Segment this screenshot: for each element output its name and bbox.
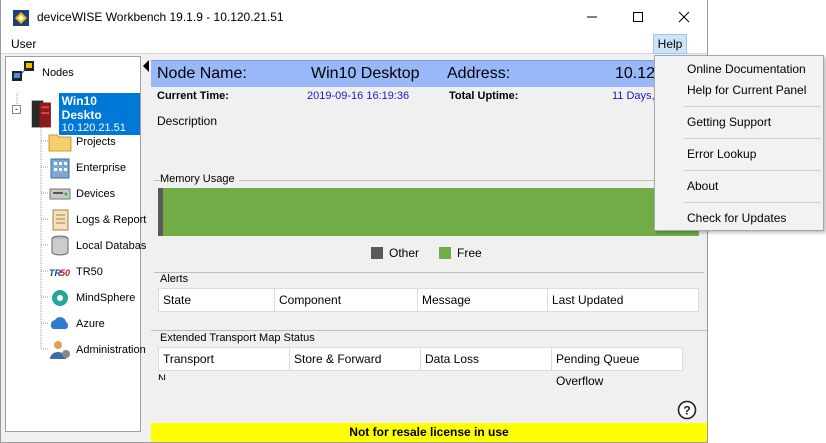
uptime-value: 11 Days,: [612, 90, 655, 102]
tree-item-administration[interactable]: Administration: [48, 339, 146, 361]
transport-col-store-forward[interactable]: Store & Forward: [290, 348, 421, 370]
node-tree-panel: Nodes - Win10 Deskto 10.120.21.51 Projec…: [5, 56, 146, 432]
title-bar: deviceWISE Workbench 19.1.9 - 10.120.21.…: [1, 0, 707, 34]
menu-item-getting-support[interactable]: Getting Support: [687, 115, 771, 129]
transport-col-pending-queue[interactable]: Pending Queue Overflow: [552, 348, 682, 388]
node-name-value: Win10 Desktop: [311, 65, 420, 82]
node-name-label: Node Name:: [157, 65, 247, 82]
minimize-icon: [587, 16, 597, 18]
menu-bar: User Help: [1, 34, 707, 54]
transport-group-border: [151, 330, 707, 331]
tree-item-tr50[interactable]: TR 50 TR50: [48, 261, 103, 283]
menu-item-online-documentation[interactable]: Online Documentation: [687, 62, 806, 76]
alerts-table-header: State Component Message Last Updated: [158, 288, 699, 312]
tree-item-devices[interactable]: Devices: [48, 183, 115, 205]
tree-node-name: Win10 Deskto: [61, 94, 102, 122]
tree-item-logs[interactable]: Logs & Report: [48, 209, 146, 231]
menu-separator: [683, 138, 821, 139]
menu-item-check-updates[interactable]: Check for Updates: [687, 211, 786, 225]
tree-item-label: Administration: [76, 344, 146, 356]
legend-other-label: Other: [389, 246, 420, 260]
tree-node-selected: Win10 Deskto 10.120.21.51: [58, 93, 140, 135]
alerts-col-state[interactable]: State: [159, 289, 275, 311]
tree-item-label: Local Databas: [76, 240, 147, 252]
panel-splitter[interactable]: [142, 56, 150, 436]
uptime-label: Total Uptime:: [449, 90, 519, 102]
menu-separator: [683, 170, 821, 171]
building-icon: [50, 158, 70, 179]
app-logo-icon: [13, 10, 29, 26]
legend-free-swatch: [439, 247, 452, 259]
tree-item-label: Enterprise: [76, 162, 127, 174]
tree-item-mindsphere[interactable]: MindSphere: [48, 287, 135, 309]
transport-col-data-loss[interactable]: Data Loss: [421, 348, 552, 370]
menu-help[interactable]: Help: [653, 34, 687, 54]
svg-text:?: ?: [683, 404, 690, 418]
folder-icon: [48, 134, 72, 152]
menu-item-help-current-panel[interactable]: Help for Current Panel: [687, 83, 806, 97]
window-title: deviceWISE Workbench 19.1.9 - 10.120.21.…: [37, 10, 284, 24]
current-time-label: Current Time:: [157, 90, 229, 102]
close-icon: [678, 11, 690, 23]
svg-text:50: 50: [60, 268, 70, 278]
alerts-group-border: [154, 272, 704, 273]
menu-item-about[interactable]: About: [687, 179, 718, 193]
legend-free-label: Free: [457, 246, 482, 260]
description-label: Description: [157, 114, 218, 128]
menu-separator: [683, 202, 821, 203]
alerts-title: Alerts: [160, 273, 193, 285]
memory-usage-title: Memory Usage: [160, 173, 239, 185]
menu-item-error-lookup[interactable]: Error Lookup: [687, 147, 756, 161]
transport-table-body: N: [158, 372, 683, 380]
node-header-bar: Node Name: Win10 Desktop Address: 10.120: [151, 60, 707, 87]
memory-usage-bar: [158, 188, 699, 236]
legend-other-swatch: [371, 247, 383, 259]
help-dropdown-menu: Online Documentation Help for Current Pa…: [654, 55, 824, 231]
current-time-value: 2019-09-16 16:19:36: [307, 90, 410, 102]
transport-partial-row: N: [158, 373, 166, 380]
transport-title: Extended Transport Map Status: [160, 332, 319, 344]
minimize-button[interactable]: [569, 0, 615, 34]
server-icon: [31, 100, 51, 128]
tree-item-label: MindSphere: [76, 292, 136, 304]
menu-separator: [683, 106, 821, 107]
memory-legend: Other Free: [371, 246, 482, 260]
alerts-col-message[interactable]: Message: [418, 289, 548, 311]
azure-icon: [50, 317, 69, 329]
tree-node-win10[interactable]: Win10 Deskto 10.120.21.51: [26, 93, 140, 135]
tree-item-label: Logs & Report: [76, 214, 147, 226]
admin-icon: [50, 341, 70, 359]
address-label: Address:: [447, 65, 511, 82]
tree-item-label: Devices: [76, 188, 116, 200]
alerts-col-component[interactable]: Component: [275, 289, 418, 311]
node-details-panel: Node Name: Win10 Desktop Address: 10.120…: [151, 56, 707, 442]
menu-user[interactable]: User: [11, 37, 36, 51]
transport-col-transport[interactable]: Transport: [159, 348, 290, 370]
help-question-icon[interactable]: ?: [677, 400, 697, 420]
tree-item-enterprise[interactable]: Enterprise: [48, 157, 126, 179]
tree-item-azure[interactable]: Azure: [48, 313, 105, 335]
maximize-button[interactable]: [615, 0, 661, 34]
mindsphere-icon: [52, 290, 68, 306]
maximize-icon: [633, 12, 643, 22]
close-button[interactable]: [661, 0, 707, 34]
license-banner: Not for resale license in use: [151, 423, 707, 442]
tree-item-label: Projects: [76, 136, 116, 148]
collapse-arrow-icon: [143, 60, 149, 72]
tree-item-local-database[interactable]: Local Databas: [48, 235, 146, 257]
tr50-icon: TR 50: [49, 268, 70, 278]
transport-table-header: Transport Store & Forward Data Loss Pend…: [158, 347, 683, 388]
alerts-col-last-updated[interactable]: Last Updated: [548, 289, 698, 311]
tree-item-label: TR50: [76, 266, 103, 278]
device-icon: [49, 188, 71, 200]
tree-item-label: Azure: [76, 318, 105, 330]
tree-collapse-toggle[interactable]: -: [12, 105, 21, 114]
app-window: deviceWISE Workbench 19.1.9 - 10.120.21.…: [0, 0, 708, 443]
database-icon: [51, 235, 69, 256]
tree-item-projects[interactable]: Projects: [48, 131, 116, 153]
log-icon: [52, 209, 69, 231]
